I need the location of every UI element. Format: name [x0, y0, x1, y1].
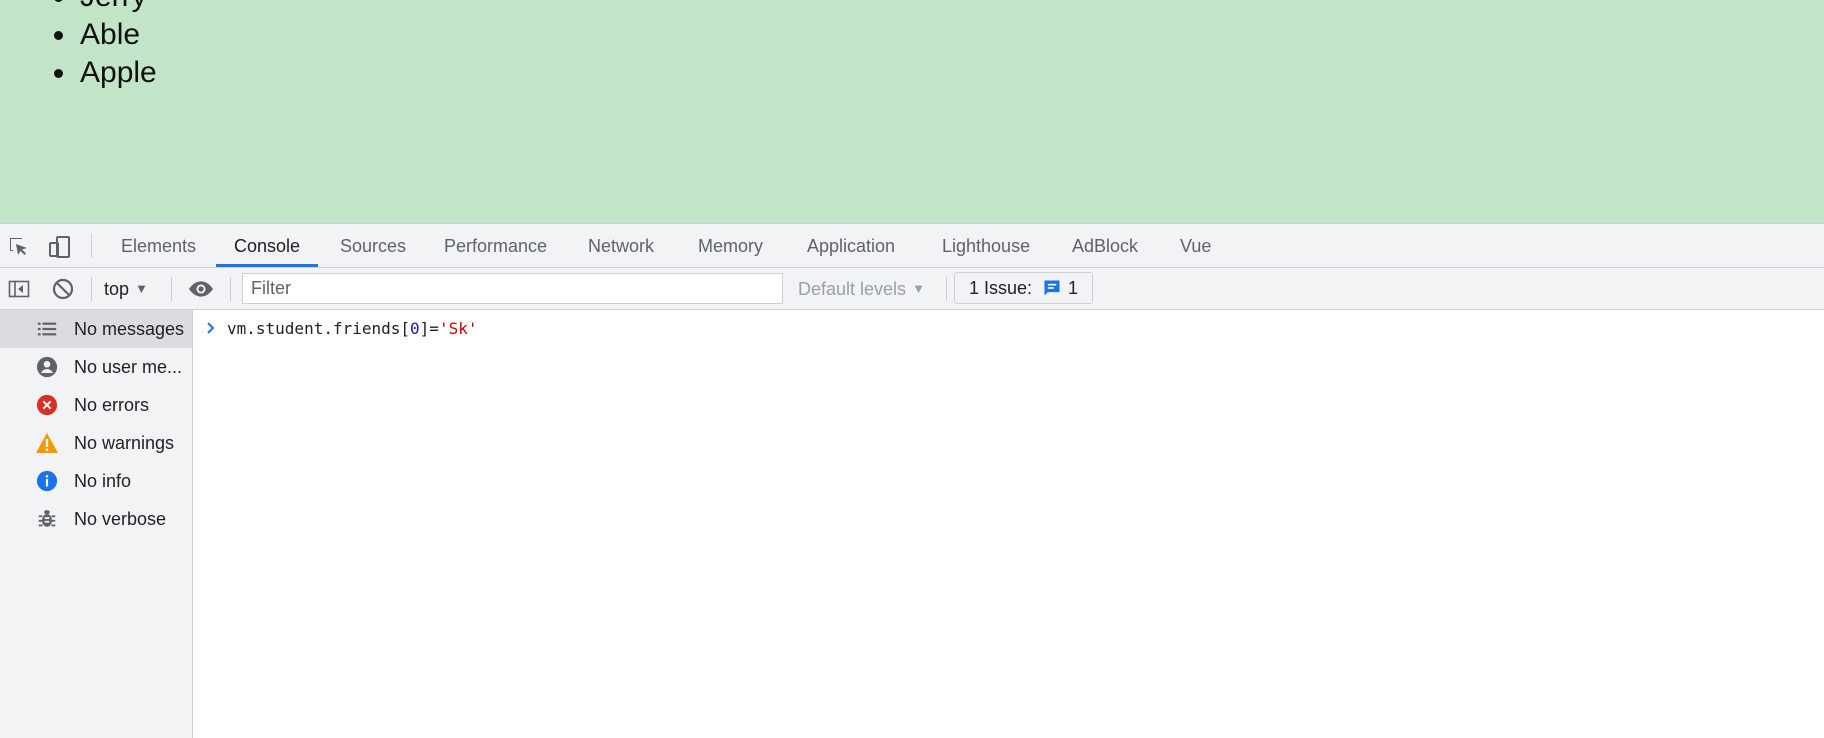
caret-down-icon: ▼: [912, 281, 925, 296]
tab-performance[interactable]: Performance: [426, 224, 565, 267]
inspect-element-icon[interactable]: [6, 234, 32, 260]
issues-label: 1 Issue:: [969, 277, 1033, 298]
levels-label: Default levels: [798, 279, 907, 299]
sidebar-item-errors[interactable]: No errors: [0, 386, 192, 424]
tab-sources[interactable]: Sources: [322, 224, 424, 267]
list-item: Jerry: [78, 0, 157, 16]
sidebar-item-user-messages[interactable]: No user me...: [0, 348, 192, 386]
context-label: top: [104, 279, 130, 299]
sidebar-item-verbose[interactable]: No verbose: [0, 500, 192, 538]
devtools-panel: Elements Console Sources Performance Net…: [0, 223, 1824, 738]
devtools-tab-bar: Elements Console Sources Performance Net…: [0, 223, 1824, 268]
show-sidebar-icon[interactable]: [6, 276, 32, 302]
tab-vue[interactable]: Vue: [1162, 224, 1229, 267]
tab-console[interactable]: Console: [216, 224, 319, 267]
issue-chat-icon: [1042, 278, 1062, 298]
context-selector[interactable]: top ▼: [104, 276, 148, 302]
chevron-right-icon: [205, 321, 217, 335]
console-code: vm.student.friends[0]='Sk': [227, 319, 477, 338]
sidebar-item-label: No errors: [74, 394, 150, 415]
sidebar-item-label: No info: [74, 470, 132, 491]
list-icon: [34, 316, 60, 342]
warning-icon: [34, 430, 60, 456]
console-input-line[interactable]: vm.student.friends[0]='Sk': [205, 316, 477, 340]
code-number: 0: [410, 318, 420, 338]
page-viewport: Jerry Able Apple: [0, 0, 1824, 223]
friends-list: Jerry Able Apple: [0, 0, 157, 92]
code-identifier: vm.student.friends[: [227, 318, 411, 338]
toolbar-divider: [946, 277, 947, 301]
tab-application[interactable]: Application: [789, 224, 913, 267]
issues-count: 1: [1068, 277, 1079, 298]
sidebar-item-label: No verbose: [74, 508, 167, 529]
clear-console-icon[interactable]: [50, 276, 76, 302]
tab-memory[interactable]: Memory: [680, 224, 781, 267]
eye-icon[interactable]: [188, 276, 214, 302]
tab-adblock[interactable]: AdBlock: [1054, 224, 1156, 267]
sidebar-item-label: No messages: [74, 318, 185, 339]
log-levels-dropdown[interactable]: Default levels ▼: [798, 276, 925, 302]
list-item: Apple: [78, 54, 157, 92]
list-item: Able: [78, 16, 157, 54]
code-string: 'Sk': [438, 318, 478, 338]
tab-lighthouse[interactable]: Lighthouse: [924, 224, 1048, 267]
sidebar-item-warnings[interactable]: No warnings: [0, 424, 192, 462]
error-icon: [34, 392, 60, 418]
tab-elements[interactable]: Elements: [103, 224, 214, 267]
device-toolbar-icon[interactable]: [47, 234, 73, 260]
info-icon: [34, 468, 60, 494]
bug-icon: [34, 506, 60, 532]
code-operator: ]=: [419, 318, 439, 338]
toolbar-divider: [91, 277, 92, 301]
caret-down-icon: ▼: [135, 281, 148, 296]
issues-button[interactable]: 1 Issue: 1: [954, 272, 1094, 304]
toolbar-divider: [230, 277, 231, 301]
console-sidebar: No messages No user me... No errors No w…: [0, 310, 193, 738]
tab-network[interactable]: Network: [570, 224, 672, 267]
user-icon: [34, 354, 60, 380]
sidebar-item-label: No warnings: [74, 432, 175, 453]
sidebar-item-info[interactable]: No info: [0, 462, 192, 500]
sidebar-item-label: No user me...: [74, 356, 183, 377]
console-output[interactable]: vm.student.friends[0]='Sk': [193, 310, 1824, 738]
console-toolbar: top ▼ Default levels ▼ 1 Issue: 1: [0, 268, 1824, 310]
sidebar-item-messages[interactable]: No messages: [0, 310, 192, 348]
toolbar-divider: [171, 277, 172, 301]
filter-input[interactable]: [242, 273, 783, 304]
tab-bar-divider: [91, 234, 92, 258]
